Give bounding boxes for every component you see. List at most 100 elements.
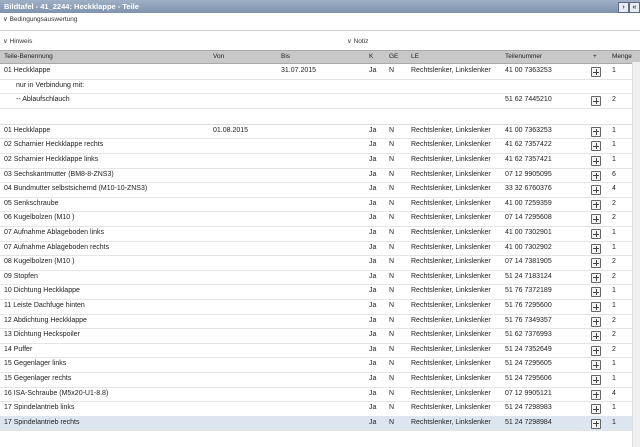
add-to-cart-icon[interactable]	[591, 258, 601, 269]
cell-k: Ja	[369, 345, 377, 353]
cell-k: Ja	[369, 389, 377, 397]
title-bar: Bildtafel - 41_2244: Heckklappe - Teile …	[0, 0, 640, 13]
table-row[interactable]: 15 Gegenlager links Ja N Rechtslenker, Link…	[0, 357, 640, 373]
cell-k: Ja	[369, 287, 377, 295]
table-row[interactable]: 06 Kugelbolzen (M10 ) Ja N Rechtslenker, Li…	[0, 211, 640, 227]
table-row[interactable]: -- Ablaufschlauch 51 62 7445210 2	[0, 93, 640, 109]
table-row[interactable]: 17 Spindelantrieb links Ja N Rechtslenker, …	[0, 401, 640, 417]
col-menge[interactable]: Menge	[612, 53, 632, 60]
cell-name: 17 Spindelantrieb links	[4, 404, 75, 412]
cell-name: 15 Gegenlager rechts	[4, 375, 72, 382]
cell-menge: 2	[612, 96, 616, 104]
add-to-cart-icon[interactable]	[591, 287, 601, 298]
table-row[interactable]: 02 Scharnier Heckklappe rechts Ja N Rechtsl…	[0, 138, 640, 154]
cell-name: 08 Kugelbolzen (M10 )	[4, 258, 75, 266]
cell-nr: 51 62 7376993	[505, 331, 552, 339]
cell-k: Ja	[369, 418, 377, 426]
table-row[interactable]: 05 Senkschraube Ja N Rechtslenker, Linkslen…	[0, 197, 640, 213]
table-row[interactable]: 01 Heckklappe 01.08.2015 Ja N Rechtslenker, …	[0, 124, 640, 140]
cell-k: Ja	[369, 214, 377, 222]
add-to-cart-icon[interactable]	[591, 199, 601, 210]
bedingung-toggle[interactable]: ∨ Bedingungsauswertung	[3, 15, 78, 23]
add-to-cart-icon[interactable]	[591, 141, 601, 152]
cell-nr: 51 24 7295606	[505, 375, 552, 382]
col-ge[interactable]: GE	[389, 53, 398, 60]
col-von[interactable]: Von	[213, 53, 224, 60]
table-row[interactable]: 07 Aufnahme Ablageboden links Ja N Rechtsle…	[0, 226, 640, 242]
cell-name: 15 Gegenlager links	[4, 360, 67, 368]
cell-nr: 51 62 7445210	[505, 96, 552, 104]
table-row[interactable]: 02 Scharnier Heckklappe links Ja N Rechtsle…	[0, 153, 640, 169]
add-to-cart-icon[interactable]	[591, 272, 601, 283]
table-row[interactable]: 01 Heckklappe 31.07.2015 Ja N Rechtslenker, …	[0, 64, 640, 80]
add-to-cart-icon[interactable]	[591, 345, 601, 356]
table-row[interactable]: nur in Verbindung mit:	[0, 79, 640, 95]
cell-nr: 07 14 7381905	[505, 258, 552, 266]
add-to-cart-icon[interactable]	[591, 67, 601, 77]
add-to-cart-icon[interactable]	[591, 243, 601, 254]
cell-menge: 1	[612, 243, 616, 251]
table-row[interactable]: 16 ISA-Schraube (M5x20-U1-8.8) Ja N Rechtsl…	[0, 387, 640, 403]
col-teilenummer[interactable]: Teilenummer	[505, 53, 542, 60]
collapse-icon[interactable]: ›	[618, 2, 629, 13]
table-row[interactable]: 09 Stopfen Ja N Rechtslenker, Linkslenker 51…	[0, 270, 640, 286]
cell-menge: 1	[612, 418, 616, 426]
table-row[interactable]: 11 Leiste Dachfuge hinten Ja N Rechtslenker…	[0, 299, 640, 315]
add-to-cart-icon[interactable]	[591, 360, 601, 371]
table-row[interactable]: 07 Aufnahme Ablageboden rechts Ja N Rechtsl…	[0, 241, 640, 257]
cell-k: Ja	[369, 316, 377, 324]
cell-nr: 51 24 7295605	[505, 360, 552, 368]
add-to-cart-icon[interactable]	[591, 302, 601, 312]
table-row[interactable]: 12 Abdichtung Heckklappe Ja N Rechtslenker,…	[0, 314, 640, 330]
cell-ge: N	[389, 287, 395, 295]
close-icon[interactable]: «	[629, 2, 640, 13]
table-row[interactable]: 17 Spindelantrieb rechts Ja N Rechtslenker,…	[0, 415, 640, 432]
add-to-cart-icon[interactable]	[591, 389, 601, 400]
add-to-cart-icon[interactable]	[591, 418, 601, 429]
scrollbar[interactable]	[632, 62, 640, 447]
add-to-cart-icon[interactable]	[591, 96, 601, 107]
cell-name: 13 Dichtung Heckspoiler	[4, 331, 80, 339]
col-k[interactable]: K	[369, 53, 373, 60]
add-to-cart-icon[interactable]	[591, 185, 601, 196]
col-bis[interactable]: Bis	[281, 53, 290, 60]
cell-name: 17 Spindelantrieb rechts	[4, 418, 80, 426]
table-row[interactable]: 14 Puffer Ja N Rechtslenker, Linkslenker 51 …	[0, 343, 640, 359]
table-row[interactable]: 13 Dichtung Heckspoiler Ja N Rechtslenker, …	[0, 328, 640, 344]
cell-name: 12 Abdichtung Heckklappe	[4, 316, 87, 324]
col-le[interactable]: LE	[411, 53, 419, 60]
cell-k: Ja	[369, 67, 377, 74]
table-row[interactable]: 04 Bundmutter selbstsichernd (M10-10-ZNS…	[0, 182, 640, 198]
col-benennung[interactable]: Teile-Benennung	[4, 53, 53, 60]
cell-k: Ja	[369, 185, 377, 193]
cell-le: Rechtslenker, Linkslenker	[411, 404, 491, 412]
add-to-cart-icon[interactable]	[591, 316, 601, 327]
add-to-cart-icon[interactable]	[591, 404, 601, 415]
table-row[interactable]: 03 Sechskantmutter (BM8-8-ZNS3) Ja N Rechts…	[0, 168, 640, 184]
cell-le: Rechtslenker, Linkslenker	[411, 229, 491, 236]
col-plus[interactable]: +	[593, 53, 597, 60]
add-to-cart-icon[interactable]	[591, 170, 601, 181]
add-to-cart-icon[interactable]	[591, 214, 601, 225]
cell-k: Ja	[369, 126, 377, 134]
add-to-cart-icon[interactable]	[591, 156, 601, 166]
table-row[interactable]: 08 Kugelbolzen (M10 ) Ja N Rechtslenker, Li…	[0, 255, 640, 271]
cell-menge: 1	[612, 375, 616, 382]
add-to-cart-icon[interactable]	[591, 331, 601, 342]
cell-nr: 41 00 7363253	[505, 67, 552, 74]
add-to-cart-icon[interactable]	[591, 375, 601, 385]
add-to-cart-icon[interactable]	[591, 126, 601, 137]
cell-k: Ja	[369, 141, 377, 149]
add-to-cart-icon[interactable]	[591, 229, 601, 239]
table-row[interactable]: 15 Gegenlager rechts Ja N Rechtslenker, Lin…	[0, 372, 640, 388]
cell-ge: N	[389, 214, 395, 222]
cell-ge: N	[389, 389, 395, 397]
table-row[interactable]: 10 Dichtung Heckklappe Ja N Rechtslenker, L…	[0, 284, 640, 300]
hinweis-toggle[interactable]: ∨ Hinweis	[3, 37, 32, 45]
cell-name: 02 Scharnier Heckklappe links	[4, 156, 99, 163]
cell-le: Rechtslenker, Linkslenker	[411, 418, 491, 426]
cell-le: Rechtslenker, Linkslenker	[411, 156, 491, 163]
cell-k: Ja	[369, 360, 377, 368]
notiz-toggle[interactable]: ∨ Notiz	[347, 37, 368, 45]
cell-k: Ja	[369, 229, 377, 236]
